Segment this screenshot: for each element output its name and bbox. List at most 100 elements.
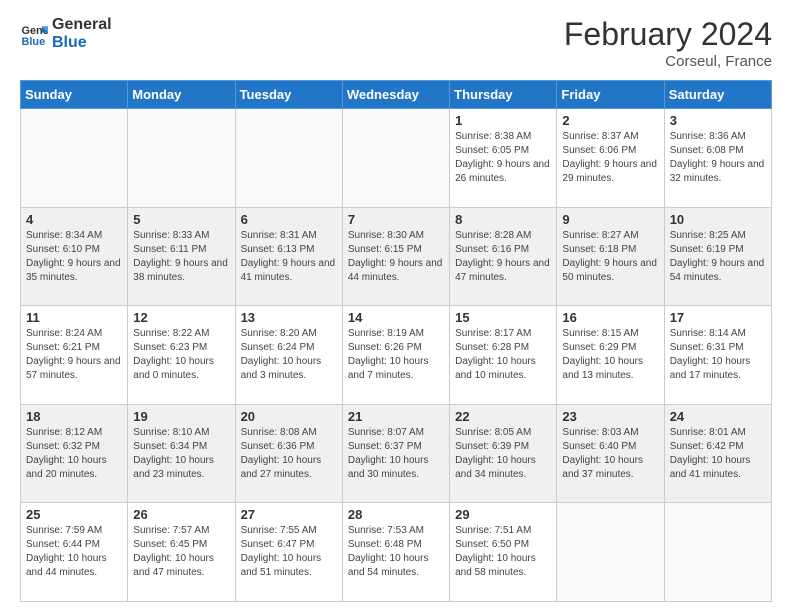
- day-info: Sunrise: 8:38 AM Sunset: 6:05 PM Dayligh…: [455, 130, 551, 186]
- header-monday: Monday: [128, 81, 235, 109]
- calendar-header-row: Sunday Monday Tuesday Wednesday Thursday…: [21, 81, 772, 109]
- calendar-cell: 16 Sunrise: 8:15 AM Sunset: 6:29 PM Dayli…: [557, 306, 664, 405]
- day-info: Sunrise: 8:07 AM Sunset: 6:37 PM Dayligh…: [348, 426, 444, 482]
- day-info: Sunrise: 8:14 AM Sunset: 6:31 PM Dayligh…: [670, 327, 766, 383]
- calendar-cell: 4 Sunrise: 8:34 AM Sunset: 6:10 PM Daylig…: [21, 207, 128, 306]
- day-info: Sunrise: 8:28 AM Sunset: 6:16 PM Dayligh…: [455, 229, 551, 285]
- calendar-week-row-0: 1 Sunrise: 8:38 AM Sunset: 6:05 PM Daylig…: [21, 109, 772, 208]
- day-number: 18: [26, 409, 122, 424]
- calendar-cell: 8 Sunrise: 8:28 AM Sunset: 6:16 PM Daylig…: [450, 207, 557, 306]
- day-info: Sunrise: 8:01 AM Sunset: 6:42 PM Dayligh…: [670, 426, 766, 482]
- calendar-cell: 3 Sunrise: 8:36 AM Sunset: 6:08 PM Daylig…: [664, 109, 771, 208]
- day-info: Sunrise: 8:08 AM Sunset: 6:36 PM Dayligh…: [241, 426, 337, 482]
- day-number: 27: [241, 507, 337, 522]
- day-info: Sunrise: 8:25 AM Sunset: 6:19 PM Dayligh…: [670, 229, 766, 285]
- day-info: Sunrise: 7:59 AM Sunset: 6:44 PM Dayligh…: [26, 524, 122, 580]
- calendar-cell: 6 Sunrise: 8:31 AM Sunset: 6:13 PM Daylig…: [235, 207, 342, 306]
- day-number: 29: [455, 507, 551, 522]
- svg-text:Blue: Blue: [22, 35, 46, 47]
- day-info: Sunrise: 8:31 AM Sunset: 6:13 PM Dayligh…: [241, 229, 337, 285]
- day-info: Sunrise: 8:30 AM Sunset: 6:15 PM Dayligh…: [348, 229, 444, 285]
- calendar-cell: 9Sunrise: 8:27 AM Sunset: 6:18 PM Daylig…: [557, 207, 664, 306]
- calendar-cell: 10 Sunrise: 8:25 AM Sunset: 6:19 PM Dayli…: [664, 207, 771, 306]
- day-number: 6: [241, 212, 337, 227]
- day-info: Sunrise: 7:51 AM Sunset: 6:50 PM Dayligh…: [455, 524, 551, 580]
- day-number: 19: [133, 409, 229, 424]
- calendar-cell: 1 Sunrise: 8:38 AM Sunset: 6:05 PM Daylig…: [450, 109, 557, 208]
- day-info: Sunrise: 7:55 AM Sunset: 6:47 PM Dayligh…: [241, 524, 337, 580]
- header-sunday: Sunday: [21, 81, 128, 109]
- day-number: 16: [562, 310, 658, 325]
- calendar-cell: [557, 503, 664, 602]
- calendar-cell: 22 Sunrise: 8:05 AM Sunset: 6:39 PM Dayli…: [450, 404, 557, 503]
- day-info: Sunrise: 8:19 AM Sunset: 6:26 PM Dayligh…: [348, 327, 444, 383]
- calendar-cell: 18 Sunrise: 8:12 AM Sunset: 6:32 PM Dayli…: [21, 404, 128, 503]
- calendar-cell: 27 Sunrise: 7:55 AM Sunset: 6:47 PM Dayli…: [235, 503, 342, 602]
- calendar-week-row-4: 25 Sunrise: 7:59 AM Sunset: 6:44 PM Dayli…: [21, 503, 772, 602]
- day-number: 4: [26, 212, 122, 227]
- day-info: Sunrise: 7:57 AM Sunset: 6:45 PM Dayligh…: [133, 524, 229, 580]
- calendar-table: Sunday Monday Tuesday Wednesday Thursday…: [20, 80, 772, 602]
- day-number: 8: [455, 212, 551, 227]
- calendar-cell: 17 Sunrise: 8:14 AM Sunset: 6:31 PM Dayli…: [664, 306, 771, 405]
- logo-icon: General Blue: [20, 20, 48, 48]
- calendar-cell: 11Sunrise: 8:24 AM Sunset: 6:21 PM Dayli…: [21, 306, 128, 405]
- calendar-cell: 24Sunrise: 8:01 AM Sunset: 6:42 PM Dayli…: [664, 404, 771, 503]
- page: General Blue General Blue February 2024 …: [0, 0, 792, 612]
- day-info: Sunrise: 8:27 AM Sunset: 6:18 PM Dayligh…: [562, 229, 658, 285]
- calendar-week-row-2: 11Sunrise: 8:24 AM Sunset: 6:21 PM Dayli…: [21, 306, 772, 405]
- calendar-cell: [128, 109, 235, 208]
- calendar-cell: 26 Sunrise: 7:57 AM Sunset: 6:45 PM Dayli…: [128, 503, 235, 602]
- day-number: 10: [670, 212, 766, 227]
- day-number: 14: [348, 310, 444, 325]
- day-info: Sunrise: 8:22 AM Sunset: 6:23 PM Dayligh…: [133, 327, 229, 383]
- day-info: Sunrise: 8:34 AM Sunset: 6:10 PM Dayligh…: [26, 229, 122, 285]
- day-number: 5: [133, 212, 229, 227]
- logo-line2: Blue: [52, 34, 112, 52]
- calendar-cell: 5Sunrise: 8:33 AM Sunset: 6:11 PM Daylig…: [128, 207, 235, 306]
- day-info: Sunrise: 8:05 AM Sunset: 6:39 PM Dayligh…: [455, 426, 551, 482]
- day-info: Sunrise: 8:10 AM Sunset: 6:34 PM Dayligh…: [133, 426, 229, 482]
- calendar-cell: 2 Sunrise: 8:37 AM Sunset: 6:06 PM Daylig…: [557, 109, 664, 208]
- calendar-week-row-3: 18 Sunrise: 8:12 AM Sunset: 6:32 PM Dayli…: [21, 404, 772, 503]
- day-number: 26: [133, 507, 229, 522]
- day-info: Sunrise: 8:20 AM Sunset: 6:24 PM Dayligh…: [241, 327, 337, 383]
- day-info: Sunrise: 8:24 AM Sunset: 6:21 PM Dayligh…: [26, 327, 122, 383]
- day-info: Sunrise: 8:37 AM Sunset: 6:06 PM Dayligh…: [562, 130, 658, 186]
- header-saturday: Saturday: [664, 81, 771, 109]
- calendar-cell: 25 Sunrise: 7:59 AM Sunset: 6:44 PM Dayli…: [21, 503, 128, 602]
- day-info: Sunrise: 8:03 AM Sunset: 6:40 PM Dayligh…: [562, 426, 658, 482]
- month-title: February 2024: [564, 16, 772, 53]
- calendar-cell: 12Sunrise: 8:22 AM Sunset: 6:23 PM Dayli…: [128, 306, 235, 405]
- logo-line1: General: [52, 16, 112, 34]
- day-number: 25: [26, 507, 122, 522]
- calendar-cell: 13 Sunrise: 8:20 AM Sunset: 6:24 PM Dayli…: [235, 306, 342, 405]
- day-number: 20: [241, 409, 337, 424]
- title-block: February 2024 Corseul, France: [564, 16, 772, 70]
- calendar-cell: 28Sunrise: 7:53 AM Sunset: 6:48 PM Dayli…: [342, 503, 449, 602]
- day-number: 28: [348, 507, 444, 522]
- day-number: 1: [455, 113, 551, 128]
- day-info: Sunrise: 8:17 AM Sunset: 6:28 PM Dayligh…: [455, 327, 551, 383]
- day-number: 13: [241, 310, 337, 325]
- day-number: 23: [562, 409, 658, 424]
- location-subtitle: Corseul, France: [564, 53, 772, 70]
- header: General Blue General Blue February 2024 …: [20, 16, 772, 70]
- day-number: 17: [670, 310, 766, 325]
- calendar-cell: 7Sunrise: 8:30 AM Sunset: 6:15 PM Daylig…: [342, 207, 449, 306]
- calendar-cell: 15 Sunrise: 8:17 AM Sunset: 6:28 PM Dayli…: [450, 306, 557, 405]
- day-info: Sunrise: 8:12 AM Sunset: 6:32 PM Dayligh…: [26, 426, 122, 482]
- day-number: 15: [455, 310, 551, 325]
- day-number: 2: [562, 113, 658, 128]
- day-info: Sunrise: 8:36 AM Sunset: 6:08 PM Dayligh…: [670, 130, 766, 186]
- day-info: Sunrise: 8:15 AM Sunset: 6:29 PM Dayligh…: [562, 327, 658, 383]
- header-friday: Friday: [557, 81, 664, 109]
- calendar-cell: 29 Sunrise: 7:51 AM Sunset: 6:50 PM Dayli…: [450, 503, 557, 602]
- calendar-cell: [21, 109, 128, 208]
- header-tuesday: Tuesday: [235, 81, 342, 109]
- calendar-cell: 20 Sunrise: 8:08 AM Sunset: 6:36 PM Dayli…: [235, 404, 342, 503]
- day-number: 22: [455, 409, 551, 424]
- day-number: 21: [348, 409, 444, 424]
- calendar-week-row-1: 4 Sunrise: 8:34 AM Sunset: 6:10 PM Daylig…: [21, 207, 772, 306]
- day-number: 3: [670, 113, 766, 128]
